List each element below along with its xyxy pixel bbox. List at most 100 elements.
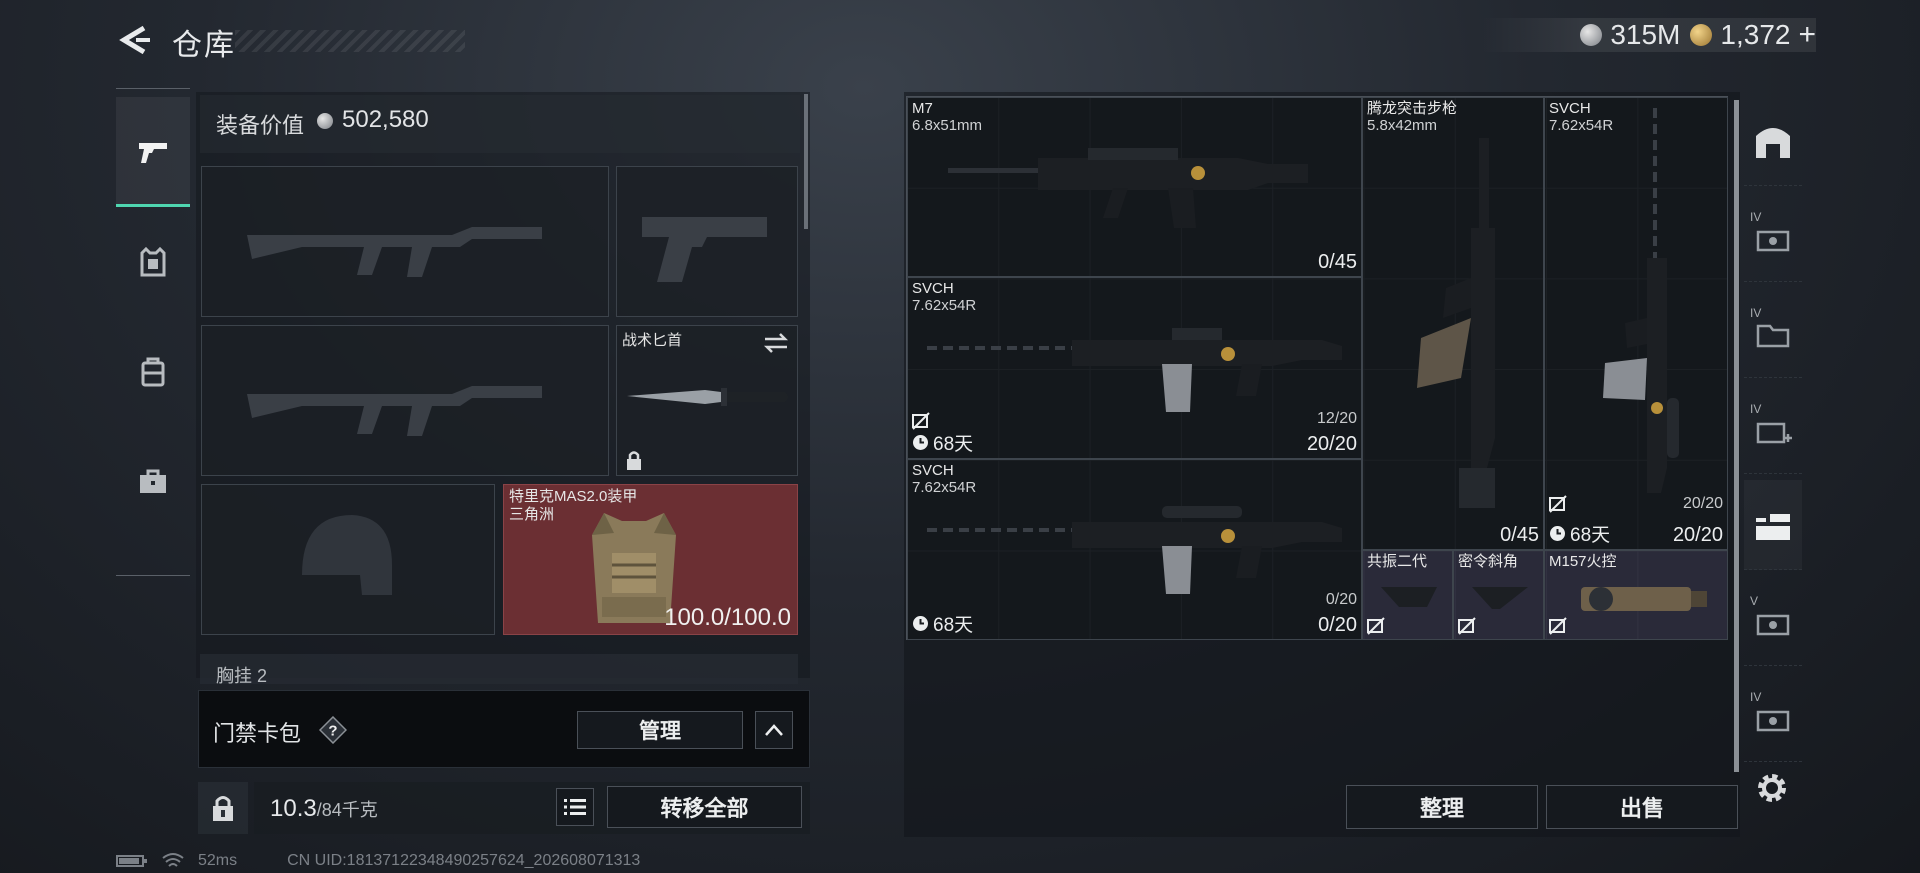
item-name: SVCH xyxy=(912,280,954,297)
help-button[interactable]: ? xyxy=(318,715,348,745)
tab-safehouse[interactable] xyxy=(1744,96,1802,186)
tier-label: IV xyxy=(1750,402,1762,416)
storage-item-m7[interactable]: M7 6.8x51mm 0/45 xyxy=(907,97,1362,277)
tier-label: IV xyxy=(1750,210,1762,224)
pistol-silhouette-icon xyxy=(642,217,767,282)
add-currency-icon[interactable]: + xyxy=(1798,18,1816,52)
sort-button[interactable]: 整理 xyxy=(1346,785,1538,829)
expand-button[interactable] xyxy=(755,711,793,749)
manage-button[interactable]: 管理 xyxy=(577,711,743,749)
silver-coin-icon xyxy=(1580,24,1603,46)
item-magazine-ammo: 0/20 xyxy=(1325,591,1357,608)
primary-weapon-slot[interactable] xyxy=(201,166,609,317)
armor-vest-icon xyxy=(140,246,166,277)
carry-weight: 10.3/84千克 xyxy=(270,795,378,823)
gear-icon xyxy=(1758,774,1786,802)
gold-currency[interactable]: 1,372 + xyxy=(1690,18,1816,52)
weapon-rack-icon xyxy=(1756,513,1790,540)
no-durability-icon xyxy=(1367,617,1385,635)
tenglong-rifle-image xyxy=(1417,138,1495,508)
item-name: SVCH xyxy=(912,462,954,479)
svch-rifle-image xyxy=(927,506,1342,594)
tab-storage-2[interactable]: IV xyxy=(1744,288,1802,378)
back-arrow-icon xyxy=(119,25,150,55)
rifle-silhouette-icon xyxy=(247,227,542,277)
no-durability-icon xyxy=(1458,617,1476,635)
storage-item-svch-3[interactable]: SVCH 7.62x54R 20/20 68天 20/20 xyxy=(1544,97,1728,550)
tab-storage-5[interactable]: IV xyxy=(1744,672,1802,762)
item-ammo: 0/20 xyxy=(1318,614,1357,636)
helmet-slot[interactable] xyxy=(201,484,495,635)
tab-storage-3[interactable]: IV xyxy=(1744,384,1802,474)
item-days-left: 68天 xyxy=(933,434,974,455)
item-ammo: 20/20 xyxy=(1306,433,1357,455)
item-caliber: 5.8x42mm xyxy=(1367,117,1438,134)
item-caliber: 7.62x54R xyxy=(912,297,977,314)
armor-slot[interactable]: 特里克MAS2.0装甲 三角洲 100.0/100.0 xyxy=(503,484,798,635)
safehouse-icon xyxy=(1756,127,1790,158)
item-magazine-ammo: 12/20 xyxy=(1316,410,1357,427)
storage-item-grip-1[interactable]: 共振二代 xyxy=(1362,550,1453,640)
weight-lock-button[interactable] xyxy=(198,782,248,834)
tab-storage-4[interactable]: V xyxy=(1744,576,1802,666)
fire-control-image xyxy=(1581,587,1707,611)
angled-grip-image xyxy=(1472,587,1528,609)
item-days-left: 68天 xyxy=(1570,525,1611,546)
swap-icon[interactable] xyxy=(763,332,789,354)
armor-durability: 100.0/100.0 xyxy=(664,604,791,631)
chest-rig-slot[interactable]: 胸挂 2 xyxy=(200,654,798,684)
storage-item-tenglong[interactable]: 腾龙突击步枪 5.8x42mm 0/45 xyxy=(1362,97,1544,550)
tab-weapons[interactable] xyxy=(116,97,190,207)
equipment-value-label: 装备价值 xyxy=(216,113,305,138)
silver-currency: 315M xyxy=(1580,19,1680,51)
access-card-label: 门禁卡包 xyxy=(213,721,302,746)
list-icon xyxy=(564,799,586,815)
storage-item-grip-2[interactable]: 密令斜角 xyxy=(1453,550,1544,640)
settings-button[interactable] xyxy=(1754,770,1790,806)
backpack-icon xyxy=(141,357,165,387)
title-stripe xyxy=(235,30,465,52)
transfer-all-button[interactable]: 转移全部 xyxy=(607,786,802,828)
tab-armor[interactable] xyxy=(116,207,190,317)
weight-lock-icon xyxy=(213,796,233,821)
sidearm-slot[interactable] xyxy=(616,166,798,317)
item-days-left: 68天 xyxy=(933,615,974,636)
wifi-icon xyxy=(162,853,184,867)
secondary-weapon-slot[interactable] xyxy=(201,325,609,476)
silver-amount: 315M xyxy=(1610,19,1681,50)
armor-name: 特里克MAS2.0装甲 xyxy=(509,488,638,505)
pistol-icon xyxy=(139,142,167,163)
briefcase-icon xyxy=(140,469,166,493)
weight-max: /84千克 xyxy=(316,800,378,820)
player-uid: CN UID:1813712234849025762​4_20260807131… xyxy=(287,852,641,869)
item-name: M7 xyxy=(912,100,933,117)
storage-scrollbar[interactable] xyxy=(1734,100,1739,772)
clock-icon xyxy=(1550,526,1565,541)
item-expiry: 68天 xyxy=(1549,520,1610,547)
tab-backpack[interactable] xyxy=(116,317,190,427)
tab-weapon-rack[interactable] xyxy=(1744,480,1802,570)
equipment-scrollbar[interactable] xyxy=(804,94,808,229)
item-ammo: 20/20 xyxy=(1672,524,1723,546)
item-name: 腾龙突击步枪 xyxy=(1367,100,1458,117)
storage-item-svch-1[interactable]: SVCH 7.62x54R 12/20 68天 20/20 xyxy=(907,277,1362,459)
item-expiry: 68天 xyxy=(912,610,973,637)
storage-box-icon xyxy=(1756,614,1790,635)
tier-label: IV xyxy=(1750,306,1762,320)
list-view-button[interactable] xyxy=(556,788,594,826)
clock-icon xyxy=(913,616,928,631)
storage-item-svch-2[interactable]: SVCH 7.62x54R 0/20 68天 0/20 xyxy=(907,459,1362,640)
melee-slot[interactable]: 战术匕首 xyxy=(616,325,798,476)
back-button[interactable] xyxy=(116,22,152,58)
m7-rifle-image xyxy=(948,148,1308,228)
no-durability-icon xyxy=(1549,495,1567,513)
sell-button[interactable]: 出售 xyxy=(1546,785,1738,829)
item-expiry: 68天 xyxy=(912,429,973,456)
storage-item-fire-control[interactable]: M157火控 xyxy=(1544,550,1728,640)
no-durability-icon xyxy=(912,412,930,430)
tab-case[interactable] xyxy=(116,427,190,537)
ping: 52ms xyxy=(198,852,238,869)
page-title: 仓库 xyxy=(172,29,236,62)
helmet-silhouette-icon xyxy=(302,515,392,595)
tab-storage-1[interactable]: IV xyxy=(1744,192,1802,282)
